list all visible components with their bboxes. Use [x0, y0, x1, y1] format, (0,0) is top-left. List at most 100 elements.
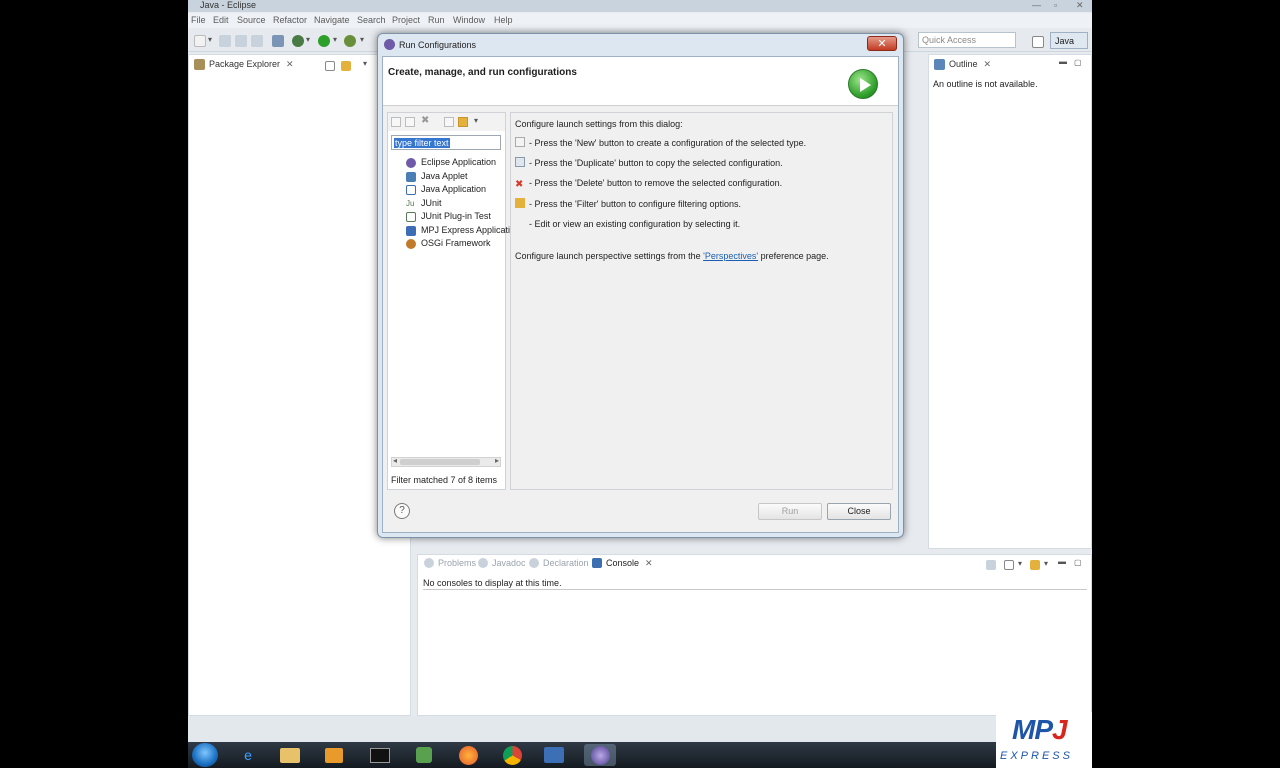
- help-icon[interactable]: ?: [394, 503, 410, 519]
- run-button[interactable]: Run: [758, 503, 822, 520]
- tab-label: Package Explorer: [209, 59, 281, 69]
- menu-navigate[interactable]: Navigate: [314, 15, 350, 25]
- applet-icon: [406, 172, 416, 182]
- scroll-left-icon[interactable]: ◂: [393, 456, 397, 465]
- tree-item-eclipse-application[interactable]: Eclipse Application: [406, 157, 496, 168]
- save-all-icon[interactable]: [235, 35, 247, 47]
- tab-outline[interactable]: Outline ✕: [929, 55, 997, 75]
- scroll-right-icon[interactable]: ▸: [495, 456, 499, 465]
- pin-console-icon[interactable]: [986, 560, 996, 570]
- view-menu-icon[interactable]: ▾: [363, 59, 367, 68]
- configuration-details-pane: Configure launch settings from this dial…: [510, 112, 893, 490]
- instruction-edit: - Edit or view an existing configuration…: [529, 219, 741, 229]
- dialog-title: Run Configurations: [399, 40, 477, 50]
- menu-search[interactable]: Search: [357, 15, 386, 25]
- tree-item-java-applet[interactable]: Java Applet: [406, 171, 468, 182]
- menu-project[interactable]: Project: [392, 15, 420, 25]
- tree-item-mpj-express[interactable]: MPJ Express Applicati: [406, 225, 510, 236]
- java-perspective-button[interactable]: Java: [1050, 32, 1088, 49]
- save-icon[interactable]: [219, 35, 231, 47]
- open-perspective-icon[interactable]: [1032, 36, 1044, 48]
- collapse-all-icon[interactable]: [444, 117, 454, 127]
- maximize-icon[interactable]: ▫: [1054, 0, 1057, 10]
- menu-window[interactable]: Window: [453, 15, 485, 25]
- debug-icon[interactable]: [292, 35, 304, 47]
- menu-edit[interactable]: Edit: [213, 15, 229, 25]
- tree-item-junit[interactable]: Ju JUnit: [406, 198, 442, 209]
- dialog-body: Create, manage, and run configurations ✖…: [382, 56, 899, 533]
- tab-problems[interactable]: Problems: [424, 558, 476, 568]
- tab-javadoc[interactable]: Javadoc: [478, 558, 526, 568]
- instruction-delete: ✖ - Press the 'Delete' button to remove t…: [515, 178, 783, 190]
- instruction-filter: - Press the 'Filter' button to configure…: [515, 198, 741, 209]
- tree-item-junit-plugin-test[interactable]: JUnit Plug-in Test: [406, 211, 491, 222]
- remote-desktop-icon[interactable]: [538, 744, 570, 766]
- dialog-header: Create, manage, and run configurations: [383, 57, 898, 106]
- tab-package-explorer[interactable]: Package Explorer ✕: [189, 55, 300, 75]
- eclipse-taskbar-icon[interactable]: [584, 744, 616, 766]
- chevron-down-icon[interactable]: ▾: [360, 35, 364, 44]
- new-config-icon[interactable]: [391, 117, 401, 127]
- tab-declaration[interactable]: Declaration: [529, 558, 589, 568]
- network-app-icon[interactable]: [408, 744, 440, 766]
- external-tools-icon[interactable]: [344, 35, 356, 47]
- chevron-down-icon[interactable]: ▾: [208, 35, 212, 44]
- firefox-icon[interactable]: [452, 744, 484, 766]
- chevron-down-icon[interactable]: ▾: [333, 35, 337, 44]
- filter-input[interactable]: type filter text: [391, 135, 501, 150]
- new-icon: [515, 137, 525, 147]
- close-icon[interactable]: ✕: [645, 558, 653, 568]
- dialog-header-title: Create, manage, and run configurations: [388, 67, 577, 78]
- tree-item-java-application[interactable]: Java Application: [406, 184, 486, 195]
- eclipse-icon: [384, 39, 395, 50]
- menu-file[interactable]: File: [191, 15, 206, 25]
- tree-item-osgi-framework[interactable]: OSGi Framework: [406, 238, 491, 249]
- explorer-icon[interactable]: [274, 744, 306, 766]
- minimize-view-icon[interactable]: ▬: [1058, 557, 1066, 566]
- problems-icon: [424, 558, 434, 568]
- tab-console[interactable]: Console ✕: [592, 558, 653, 569]
- quick-access-input[interactable]: Quick Access: [918, 32, 1016, 48]
- minimize-view-icon[interactable]: ▬: [1059, 57, 1067, 66]
- menu-run[interactable]: Run: [428, 15, 445, 25]
- window-titlebar: Java - Eclipse — ▫ ✕: [188, 0, 1092, 12]
- close-icon[interactable]: ✕: [984, 59, 992, 69]
- maximize-view-icon[interactable]: ▢: [1074, 558, 1082, 567]
- open-console-icon[interactable]: [1030, 560, 1040, 570]
- start-button[interactable]: [192, 743, 218, 767]
- duplicate-config-icon[interactable]: [405, 117, 415, 127]
- ie-icon[interactable]: e: [232, 744, 264, 766]
- collapse-all-icon[interactable]: [325, 61, 335, 71]
- minimize-icon[interactable]: —: [1032, 0, 1041, 10]
- chevron-down-icon[interactable]: ▾: [474, 116, 478, 125]
- run-configurations-dialog: Run Configurations ✕ Create, manage, and…: [377, 33, 904, 538]
- media-player-icon[interactable]: [318, 744, 350, 766]
- menu-source[interactable]: Source: [237, 15, 266, 25]
- horizontal-scrollbar[interactable]: ◂ ▸: [391, 456, 501, 467]
- window-title: Java - Eclipse: [200, 0, 257, 10]
- declaration-icon: [529, 558, 539, 568]
- chrome-icon[interactable]: [496, 744, 528, 766]
- run-icon[interactable]: [318, 35, 330, 47]
- chevron-down-icon[interactable]: ▾: [1044, 559, 1048, 568]
- close-icon[interactable]: ✕: [286, 59, 294, 69]
- perspectives-link[interactable]: 'Perspectives': [703, 251, 758, 261]
- filter-icon[interactable]: [458, 117, 468, 127]
- scroll-thumb[interactable]: [400, 459, 480, 465]
- print-icon[interactable]: [251, 35, 263, 47]
- pin-icon[interactable]: [272, 35, 284, 47]
- display-console-icon[interactable]: [1004, 560, 1014, 570]
- link-editor-icon[interactable]: [341, 61, 351, 71]
- cmd-icon[interactable]: [364, 744, 396, 766]
- new-icon[interactable]: [194, 35, 206, 47]
- maximize-view-icon[interactable]: ▢: [1074, 58, 1082, 67]
- dialog-close-button[interactable]: ✕: [867, 36, 897, 51]
- delete-config-icon[interactable]: ✖: [421, 115, 429, 126]
- menu-refactor[interactable]: Refactor: [273, 15, 307, 25]
- close-button[interactable]: Close: [827, 503, 891, 520]
- chevron-down-icon[interactable]: ▾: [306, 35, 310, 44]
- delete-icon: ✖: [515, 179, 524, 190]
- close-window-icon[interactable]: ✕: [1076, 0, 1084, 11]
- menu-help[interactable]: Help: [494, 15, 513, 25]
- chevron-down-icon[interactable]: ▾: [1018, 559, 1022, 568]
